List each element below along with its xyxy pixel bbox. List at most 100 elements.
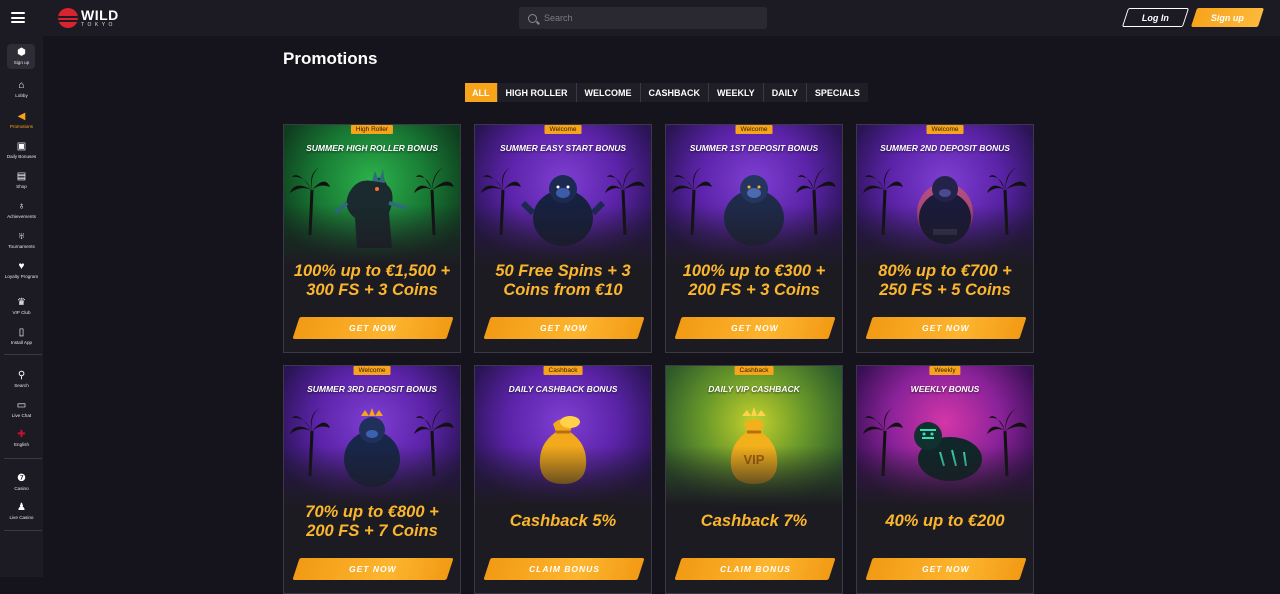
- svg-text:VIP: VIP: [744, 452, 765, 467]
- button-label: GET NOW: [922, 564, 970, 574]
- heart-icon: ♥: [18, 261, 25, 272]
- sidebar-item-label: Sign up: [13, 60, 30, 65]
- tab-welcome[interactable]: WELCOME: [577, 83, 641, 102]
- logo[interactable]: WILD TOKYO: [58, 8, 119, 28]
- promo-title: DAILY CASHBACK BONUS: [508, 384, 618, 394]
- sidebar-item-install-app[interactable]: ▯ Install App: [0, 327, 43, 346]
- gift-icon: ▣: [16, 141, 27, 152]
- sidebar-item-daily-bonuses[interactable]: ▣ Daily Bonuses: [0, 141, 43, 160]
- sidebar-item-vip-club[interactable]: ♛ VIP Club: [0, 298, 43, 316]
- sidebar-divider: [4, 458, 42, 459]
- palm-tree-icon: [987, 408, 1027, 476]
- phone-icon: ▯: [18, 327, 25, 338]
- top-bar: WILD TOKYO Search Log In Sign up: [0, 0, 1280, 36]
- promo-card-daily-cashback[interactable]: Cashback DAILY CASHBACK BONUS Cashback 5…: [474, 365, 652, 594]
- sidebar-item-label: Achievements: [7, 214, 36, 219]
- page-title: Promotions: [283, 49, 378, 68]
- promo-offer-line-1: 100% up to €300 +: [682, 262, 826, 280]
- promo-category-badge: Welcome: [735, 125, 773, 134]
- promo-category-badge: Welcome: [926, 125, 964, 134]
- sidebar-item-live-casino[interactable]: ♟ Live Casino: [0, 503, 43, 521]
- sidebar-item-casino[interactable]: ❼ Casino: [0, 473, 43, 492]
- promo-card-daily-vip-cashback[interactable]: VIP Cashback DAILY VIP CASHBACK Cashback…: [665, 365, 843, 594]
- sidebar-item-label: Install App: [10, 340, 33, 345]
- sidebar-item-achievements[interactable]: ♁ Achievements: [0, 201, 43, 220]
- sidebar-item-tournaments[interactable]: ♅ Tournaments: [0, 231, 43, 250]
- sidebar-item-label: Casino: [14, 486, 29, 491]
- promo-offer-line-1: Cashback 5%: [509, 512, 617, 530]
- plus-badge-icon: ⬢: [17, 47, 26, 58]
- sidebar-item-live-chat[interactable]: ▭ Live Chat: [0, 400, 43, 419]
- login-label: Log In: [1142, 12, 1169, 23]
- sidebar-item-shop[interactable]: ▤ Shop: [0, 171, 43, 190]
- home-icon: ⌂: [18, 80, 25, 91]
- sidebar-item-lobby[interactable]: ⌂ Lobby: [0, 80, 43, 99]
- search-icon: [528, 13, 537, 23]
- tab-specials[interactable]: SPECIALS: [807, 83, 868, 102]
- palm-tree-icon: [605, 167, 645, 235]
- palm-tree-icon: [481, 167, 521, 235]
- money-bag-icon: [539, 416, 587, 484]
- promo-card-weekly[interactable]: Weekly WEEKLY BONUS 40% up to €200 GET N…: [856, 365, 1034, 594]
- tab-daily[interactable]: DAILY: [764, 83, 807, 102]
- sidebar-item-promotions[interactable]: ◀ Promotions: [0, 112, 43, 130]
- search-icon: ⚲: [17, 370, 26, 381]
- palm-tree-icon: [414, 167, 454, 235]
- promo-category-badge: High Roller: [350, 125, 394, 134]
- sidebar-item-label: Live Chat: [11, 413, 32, 418]
- sidebar-item-sign-up[interactable]: ⬢ Sign up: [0, 47, 43, 66]
- sidebar-item-loyalty-program[interactable]: ♥ Loyalty Program: [0, 261, 43, 280]
- promo-offer-line-1: Cashback 7%: [700, 512, 808, 530]
- sidebar-divider: [4, 354, 42, 355]
- sidebar-item-label: Daily Bonuses: [6, 154, 37, 159]
- promo-offer-line-2: 250 FS + 5 Coins: [879, 281, 1011, 299]
- godzilla-illustration-icon: [333, 169, 408, 248]
- sidebar-item-english[interactable]: ✚ English: [0, 430, 43, 448]
- signup-button[interactable]: Sign up: [1190, 8, 1265, 27]
- promo-card-3rd-deposit[interactable]: Welcome SUMMER 3RD DEPOSIT BONUS 70% up …: [283, 365, 461, 594]
- promo-card-high-roller[interactable]: High Roller SUMMER HIGH ROLLER BONUS 100…: [283, 124, 461, 353]
- promo-title: SUMMER HIGH ROLLER BONUS: [306, 143, 438, 153]
- button-label: GET NOW: [731, 323, 779, 333]
- tab-high-roller[interactable]: HIGH ROLLER: [498, 83, 577, 102]
- promo-card-easy-start[interactable]: Welcome SUMMER EASY START BONUS 50 Free …: [474, 124, 652, 353]
- promo-title: SUMMER 1ST DEPOSIT BONUS: [689, 143, 819, 153]
- tab-cashback[interactable]: CASHBACK: [641, 83, 709, 102]
- tab-all[interactable]: ALL: [465, 83, 498, 102]
- menu-icon[interactable]: [11, 12, 25, 23]
- sidebar-item-label: Live Casino: [9, 515, 34, 520]
- get-now-button[interactable]: GET NOW: [292, 317, 454, 339]
- shop-icon: ▤: [16, 171, 27, 182]
- login-button[interactable]: Log In: [1121, 8, 1190, 27]
- search-input[interactable]: Search: [519, 7, 767, 29]
- promo-category-badge: Welcome: [544, 125, 582, 134]
- promo-offer-line-2: Coins from €10: [503, 281, 623, 299]
- sidebar-item-label: Loyalty Program: [4, 274, 39, 279]
- button-label: GET NOW: [922, 323, 970, 333]
- promo-category-badge: Welcome: [353, 366, 391, 375]
- get-now-button[interactable]: GET NOW: [865, 317, 1027, 339]
- trophy-icon: ♅: [17, 231, 26, 242]
- get-now-button[interactable]: GET NOW: [674, 317, 836, 339]
- signup-label: Sign up: [1211, 12, 1244, 23]
- promo-offer-line-2: 300 FS + 3 Coins: [306, 281, 438, 299]
- logo-emblem: [58, 8, 78, 28]
- sidebar-item-search[interactable]: ⚲ Search: [0, 370, 43, 389]
- sidebar-item-label: Shop: [16, 184, 27, 189]
- get-now-button[interactable]: GET NOW: [483, 317, 645, 339]
- medal-icon: ♁: [17, 201, 26, 212]
- promo-title: DAILY VIP CASHBACK: [708, 384, 800, 394]
- sidebar-item-label: Tournaments: [8, 244, 35, 249]
- gorilla-illustration-icon: [344, 408, 400, 487]
- promo-card-1st-deposit[interactable]: Welcome SUMMER 1ST DEPOSIT BONUS 100% up…: [665, 124, 843, 353]
- promo-offer-line-1: 40% up to €200: [885, 512, 1005, 530]
- promo-card-2nd-deposit[interactable]: Welcome SUMMER 2ND DEPOSIT BONUS 80% up …: [856, 124, 1034, 353]
- promo-offer-line-1: 50 Free Spins + 3: [495, 262, 631, 280]
- logo-main-text: WILD: [81, 7, 119, 23]
- button-label: GET NOW: [349, 564, 397, 574]
- promo-title: SUMMER 2ND DEPOSIT BONUS: [880, 143, 1010, 153]
- chat-icon: ▭: [16, 400, 27, 411]
- tab-weekly[interactable]: WEEKLY: [709, 83, 764, 102]
- slot-icon: ❼: [17, 473, 26, 484]
- promo-filter-tabs: ALL HIGH ROLLER WELCOME CASHBACK WEEKLY …: [465, 83, 868, 102]
